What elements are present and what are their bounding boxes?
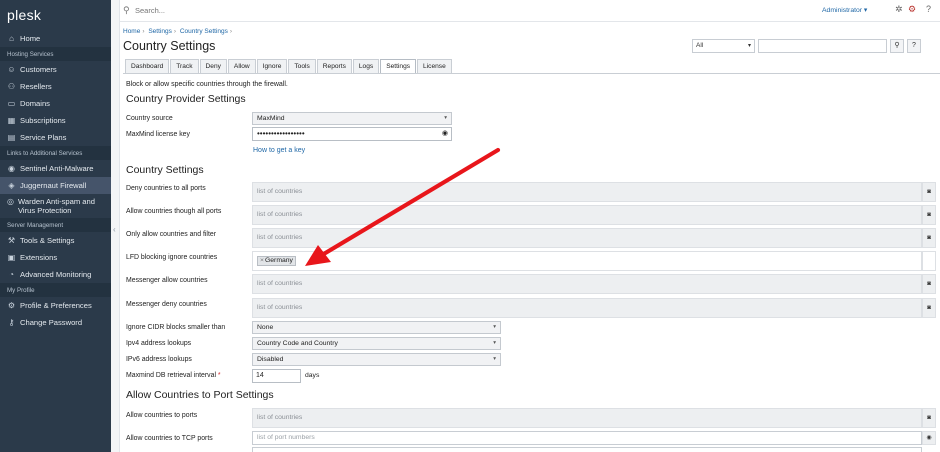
annotation-arrow-icon <box>305 147 501 266</box>
